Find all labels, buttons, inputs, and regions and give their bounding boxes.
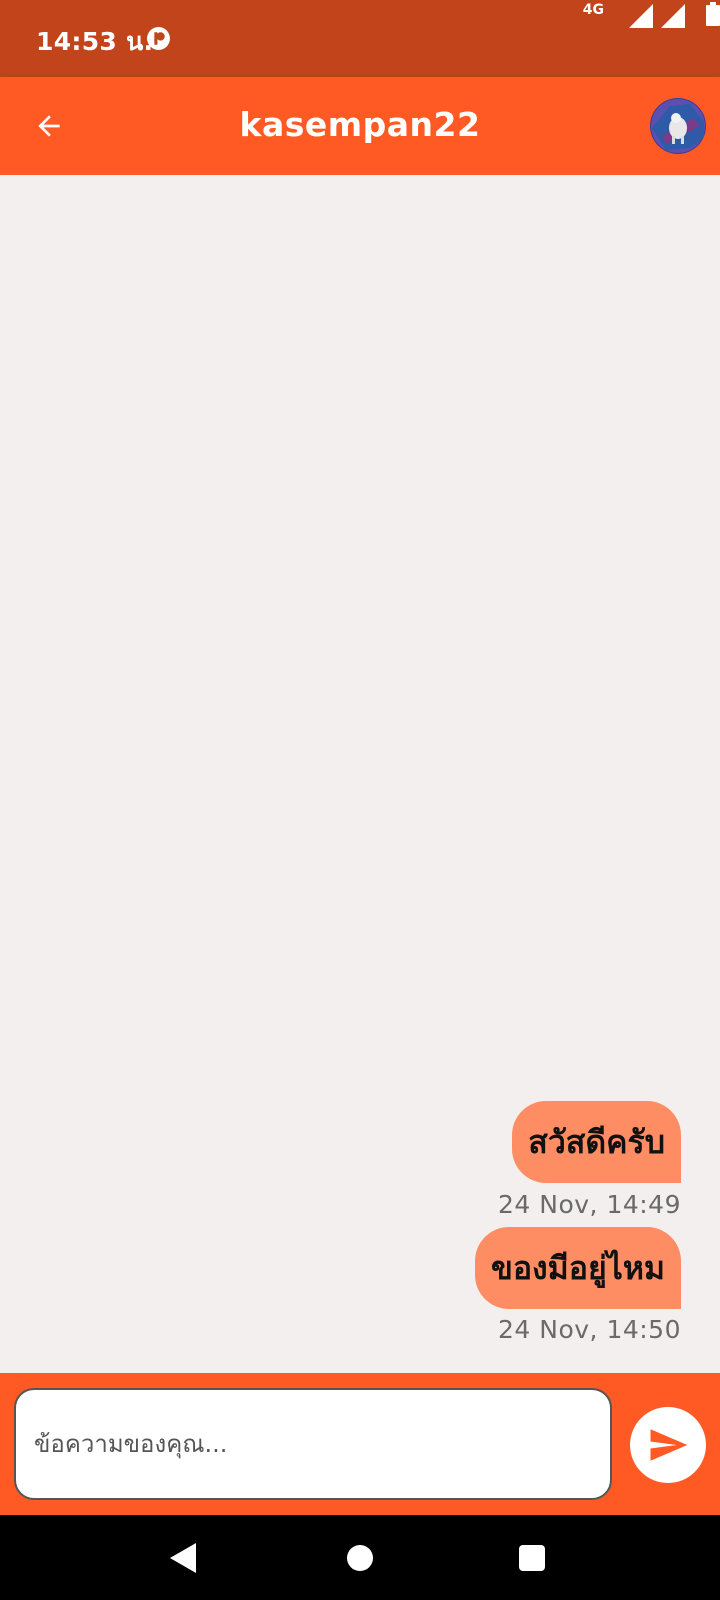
square-recents-icon[interactable] (519, 1545, 545, 1571)
status-bar: 14:53 น. 4G (0, 0, 720, 77)
message-timestamp: 24 Nov, 14:49 (498, 1190, 681, 1219)
send-icon (650, 1429, 688, 1461)
message-bubble[interactable]: สวัสดีครับ (512, 1101, 681, 1183)
signal-icon (661, 4, 685, 28)
message-composer (0, 1373, 720, 1515)
triangle-back-icon[interactable] (170, 1543, 198, 1573)
system-navigation-bar (0, 1515, 720, 1600)
avatar[interactable] (650, 98, 706, 154)
app-bar: kasempan22 (0, 77, 720, 175)
send-button[interactable] (630, 1407, 706, 1483)
network-type: 4G (582, 2, 604, 18)
circle-home-icon[interactable] (347, 1545, 373, 1571)
status-time: 14:53 น. (36, 27, 154, 56)
message-bubble[interactable]: ของมีอยู่ไหม (474, 1227, 681, 1309)
message-timestamp: 24 Nov, 14:50 (498, 1315, 681, 1344)
message-text: ของมีอยู่ไหม (490, 1248, 665, 1287)
signal-icon (629, 4, 653, 28)
avatar-image (650, 98, 706, 154)
battery-icon (706, 2, 720, 26)
message-input[interactable] (14, 1388, 612, 1500)
app-notification-icon (147, 27, 170, 50)
chat-messages-area[interactable]: สวัสดีครับ 24 Nov, 14:49 ของมีอยู่ไหม 24… (0, 175, 720, 1373)
message-text: สวัสดีครับ (528, 1122, 665, 1161)
chat-title: kasempan22 (239, 105, 481, 144)
